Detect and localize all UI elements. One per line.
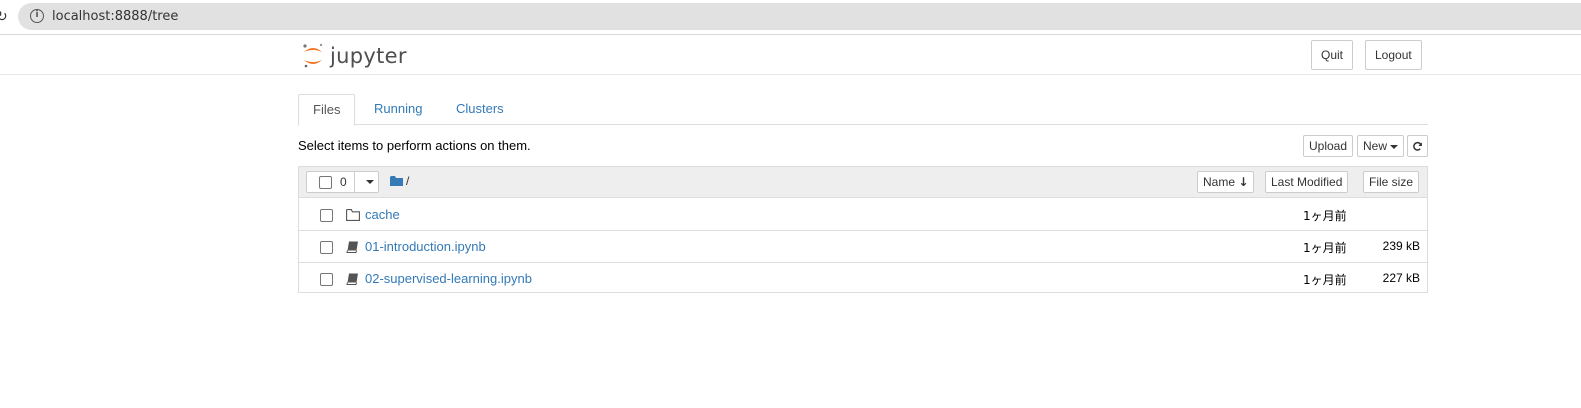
selected-count: 0 bbox=[340, 175, 347, 189]
tab-running[interactable]: Running bbox=[360, 94, 436, 125]
item-modified: 1ヶ月前 bbox=[1303, 241, 1347, 255]
upload-button[interactable]: Upload bbox=[1303, 135, 1354, 157]
jupyter-header: jupyter Quit Logout bbox=[0, 34, 1581, 75]
item-modified: 1ヶ月前 bbox=[1303, 209, 1347, 223]
select-all-dropdown[interactable]: 0 bbox=[306, 171, 379, 193]
main-tabs: Files Running Clusters bbox=[298, 94, 1428, 126]
selection-hint: Select items to perform actions on them. bbox=[298, 138, 531, 153]
item-modified: 1ヶ月前 bbox=[1303, 273, 1347, 287]
new-button-label: New bbox=[1363, 139, 1388, 153]
folder-icon[interactable] bbox=[390, 176, 403, 186]
refresh-icon bbox=[1413, 141, 1422, 151]
browser-bar: ↻ i localhost:8888/tree bbox=[0, 0, 1581, 34]
url-text[interactable]: localhost:8888/tree bbox=[52, 9, 178, 24]
new-button[interactable]: New bbox=[1357, 135, 1405, 157]
folder-icon bbox=[346, 209, 360, 221]
row-checkbox[interactable] bbox=[320, 241, 333, 254]
chevron-down-icon bbox=[1390, 144, 1399, 149]
notebook-icon bbox=[346, 241, 358, 253]
sort-by-modified-button[interactable]: Last Modified bbox=[1265, 171, 1349, 193]
list-item[interactable]: cache 1ヶ月前 bbox=[299, 199, 1427, 231]
tab-clusters[interactable]: Clusters bbox=[442, 94, 518, 125]
row-checkbox[interactable] bbox=[320, 209, 333, 222]
info-icon[interactable]: i bbox=[30, 9, 44, 23]
tab-files[interactable]: Files bbox=[298, 94, 356, 126]
item-name-link[interactable]: cache bbox=[365, 207, 400, 222]
list-item[interactable]: 01-introduction.ipynb 1ヶ月前 239 kB bbox=[299, 231, 1427, 263]
row-checkbox[interactable] bbox=[320, 273, 333, 286]
refresh-button[interactable] bbox=[1407, 135, 1428, 157]
arrow-down-icon: ↓ bbox=[1238, 175, 1249, 189]
address-bar[interactable]: i localhost:8888/tree bbox=[18, 3, 1581, 30]
file-list: 0 / Name ↓ Last Modified File size cache… bbox=[298, 166, 1428, 293]
item-name-link[interactable]: 02-supervised-learning.ipynb bbox=[365, 271, 532, 286]
jupyter-logo[interactable]: jupyter bbox=[302, 41, 407, 71]
sort-by-name-button[interactable]: Name ↓ bbox=[1197, 171, 1255, 193]
chevron-down-icon[interactable] bbox=[366, 180, 374, 184]
jupyter-logo-text: jupyter bbox=[330, 44, 407, 68]
quit-button[interactable]: Quit bbox=[1311, 40, 1354, 70]
logout-button[interactable]: Logout bbox=[1365, 40, 1422, 70]
select-all-checkbox[interactable] bbox=[319, 176, 332, 189]
file-list-header: 0 / Name ↓ Last Modified File size bbox=[299, 167, 1427, 198]
item-size: 227 kB bbox=[1382, 271, 1420, 285]
list-item[interactable]: 02-supervised-learning.ipynb 1ヶ月前 227 kB bbox=[299, 263, 1427, 295]
item-name-link[interactable]: 01-introduction.ipynb bbox=[365, 239, 486, 254]
sort-by-size-button[interactable]: File size bbox=[1363, 171, 1420, 193]
notebook-icon bbox=[346, 273, 358, 285]
jupyter-logo-icon bbox=[303, 43, 323, 68]
item-size: 239 kB bbox=[1382, 239, 1420, 253]
breadcrumb-root[interactable]: / bbox=[406, 174, 409, 188]
sort-name-label: Name bbox=[1203, 175, 1236, 189]
divider bbox=[354, 172, 355, 192]
reload-icon[interactable]: ↻ bbox=[0, 8, 8, 25]
